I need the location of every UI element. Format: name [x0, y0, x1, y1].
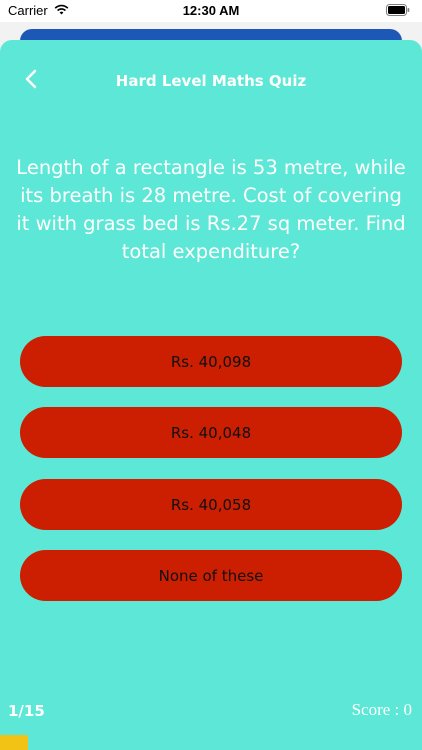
battery-icon [386, 4, 410, 19]
answer-option-2[interactable]: Rs. 40,048 [20, 407, 402, 458]
status-bar: Carrier 12:30 AM [0, 0, 422, 22]
status-time: 12:30 AM [182, 3, 240, 18]
question-text: Length of a rectangle is 53 metre, while… [16, 156, 406, 263]
navigation-bar: Hard Level Maths Quiz [0, 40, 422, 122]
answer-option-label: Rs. 40,048 [170, 423, 252, 442]
quiz-screen: Hard Level Maths Quiz Length of a rectan… [0, 40, 422, 750]
answer-option-4[interactable]: None of these [20, 550, 402, 601]
answer-option-label: Rs. 40,098 [170, 352, 252, 371]
answer-option-label: Rs. 40,058 [170, 495, 252, 514]
progress-bar [0, 735, 422, 750]
answer-option-3[interactable]: Rs. 40,058 [20, 479, 402, 530]
progress-bar-fill [0, 735, 29, 750]
answer-option-label: None of these [158, 566, 264, 585]
answer-option-1[interactable]: Rs. 40,098 [20, 336, 402, 387]
score-label: Score : 0 [351, 700, 412, 719]
question-counter: 1/15 [8, 702, 45, 720]
page-title: Hard Level Maths Quiz [115, 72, 307, 90]
